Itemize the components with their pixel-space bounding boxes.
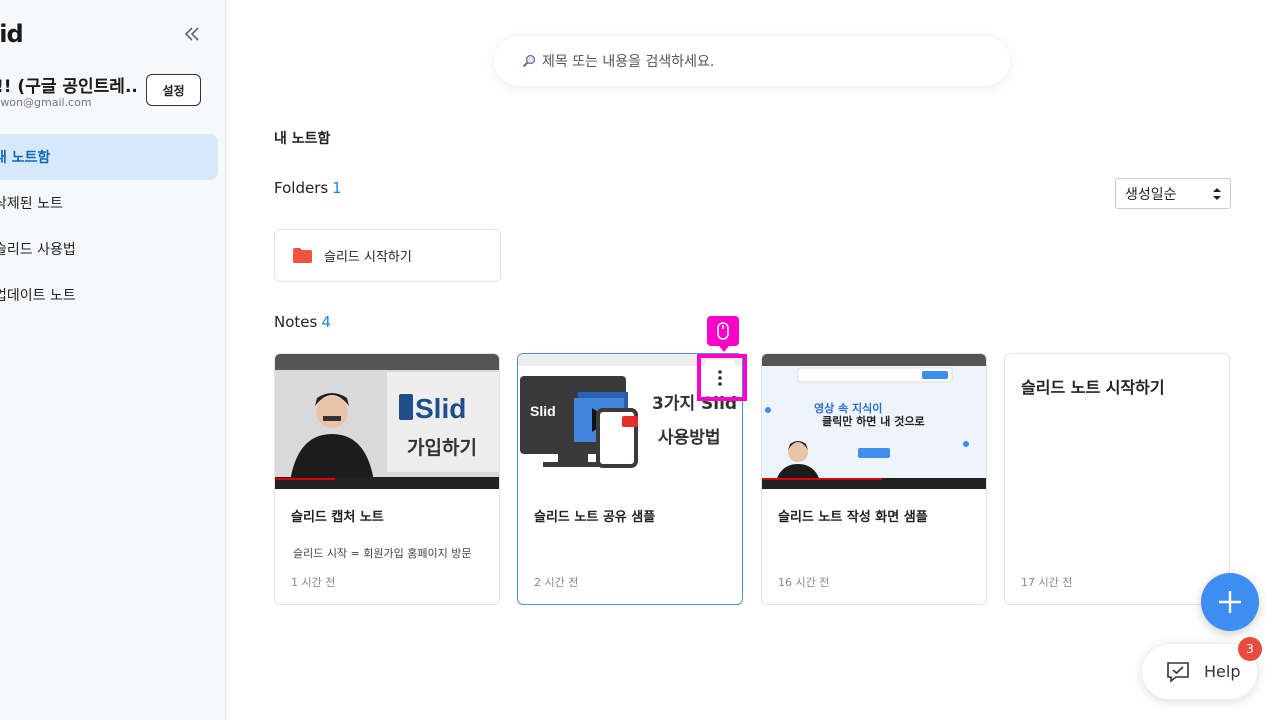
- thumb-text: Slid: [530, 403, 556, 419]
- thumb-text: 영상 속 지식이: [814, 401, 882, 415]
- sidebar-item-how-to-use[interactable]: 슬리드 사용법: [0, 226, 218, 272]
- note-card[interactable]: 슬리드 노트 시작하기 17 시간 전: [1004, 353, 1230, 605]
- folder-name: 슬리드 시작하기: [324, 250, 412, 265]
- profile-name: !! (구글 공인트레...: [0, 77, 136, 97]
- note-timestamp: 17 시간 전: [1021, 576, 1073, 589]
- note-timestamp: 2 시간 전: [534, 576, 579, 589]
- sidebar-item-label: 내 노트함: [0, 150, 51, 166]
- thumb-text: Slid: [415, 393, 466, 424]
- sidebar-item-update-notes[interactable]: 업데이트 노트: [0, 272, 218, 318]
- notes-heading: Notes 4: [274, 313, 331, 331]
- sort-arrows-icon: [1213, 188, 1221, 200]
- search-input[interactable]: 제목 또는 내용을 검색하세요.: [494, 36, 1010, 86]
- notes-count: 4: [321, 313, 331, 331]
- plus-icon: [1219, 591, 1241, 613]
- settings-button[interactable]: 설정: [146, 74, 201, 106]
- search-icon: [522, 54, 536, 68]
- add-note-button[interactable]: [1201, 573, 1259, 631]
- thumb-text: 가입하기: [407, 437, 477, 459]
- note-title: 슬리드 캡처 노트: [291, 510, 384, 525]
- help-label: Help: [1204, 662, 1241, 681]
- folders-count: 1: [332, 179, 342, 197]
- folders-heading: Folders 1: [274, 179, 342, 197]
- sidebar-item-label: 업데이트 노트: [0, 288, 76, 304]
- folder-icon: [293, 248, 312, 263]
- click-highlight: [697, 354, 747, 401]
- note-card[interactable]: Slid 가입하기 슬리드 캡처 노트 슬리드 시작 = 회원가입 홈페이지 방…: [274, 353, 500, 605]
- note-title: 슬리드 노트 시작하기: [1021, 378, 1165, 397]
- sidebar-item-label: 삭제된 노트: [0, 196, 63, 212]
- note-thumbnail: 영상 속 지식이 클릭만 하면 내 것으로: [762, 354, 986, 489]
- note-timestamp: 16 시간 전: [778, 576, 830, 589]
- note-title: 슬리드 노트 공유 샘플: [534, 510, 656, 525]
- search-placeholder: 제목 또는 내용을 검색하세요.: [542, 54, 715, 70]
- profile-email: twon@gmail.com: [0, 96, 92, 109]
- app-logo: lid: [0, 20, 24, 48]
- help-notification-badge: 3: [1238, 637, 1262, 661]
- note-thumbnail: Slid 가입하기: [275, 354, 499, 489]
- note-timestamp: 1 시간 전: [291, 576, 336, 589]
- sidebar-item-deleted-notes[interactable]: 삭제된 노트: [0, 180, 218, 226]
- folders-label: Folders: [274, 179, 329, 197]
- chat-check-icon: [1167, 661, 1189, 683]
- sidebar-nav: 내 노트함 삭제된 노트 슬리드 사용법 업데이트 노트: [0, 134, 218, 318]
- app-window: lid !! (구글 공인트레... twon@gmail.com 설정 내 노…: [0, 0, 1280, 720]
- sidebar-item-my-notes[interactable]: 내 노트함: [0, 134, 218, 180]
- sort-select[interactable]: 생성일순: [1115, 178, 1231, 209]
- thumb-text: 클릭만 하면 내 것으로: [822, 414, 925, 428]
- collapse-sidebar-icon[interactable]: [182, 24, 202, 44]
- folder-card[interactable]: 슬리드 시작하기: [274, 229, 501, 282]
- page-title: 내 노트함: [274, 131, 331, 147]
- note-title: 슬리드 노트 작성 화면 샘플: [778, 510, 928, 525]
- note-card[interactable]: 영상 속 지식이 클릭만 하면 내 것으로 슬리드 노트 작성 화면 샘플 16…: [761, 353, 987, 605]
- thumb-text: 사용방법: [658, 428, 721, 448]
- mouse-click-icon: [707, 316, 739, 352]
- sidebar-item-label: 슬리드 사용법: [0, 242, 76, 258]
- sort-value: 생성일순: [1125, 186, 1177, 203]
- notes-label: Notes: [274, 313, 318, 331]
- sidebar: lid !! (구글 공인트레... twon@gmail.com 설정 내 노…: [0, 0, 226, 720]
- note-snippet: 슬리드 시작 = 회원가입 홈페이지 방문: [293, 547, 472, 560]
